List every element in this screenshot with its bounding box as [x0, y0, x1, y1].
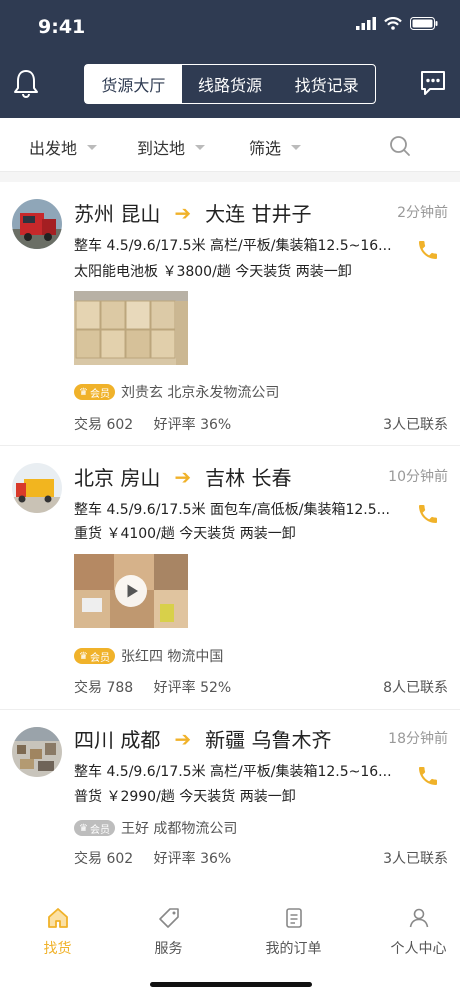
chat-icon[interactable]	[418, 68, 448, 98]
order-icon	[285, 908, 302, 928]
member-badge-label: 会员	[89, 824, 110, 836]
phone-icon[interactable]	[416, 502, 440, 526]
route-origin: 北京 房山	[74, 466, 161, 490]
chevron-down-icon	[87, 144, 98, 150]
cargo-video[interactable]	[74, 554, 188, 628]
cargo-info: 太阳能电池板 ￥3800/趟 今天装货 两装一卸	[74, 264, 352, 280]
route: 四川 成都 ➔ 新疆 乌鲁木齐	[74, 724, 331, 753]
tab-service[interactable]: 服务	[111, 906, 226, 958]
route-origin: 四川 成都	[74, 728, 161, 752]
top-header: 9:41 货源大厅 线路货源 找货记录	[0, 0, 460, 118]
more-filter-label: 筛选	[249, 139, 282, 158]
crown-icon: ♛	[79, 386, 88, 398]
cargo-card[interactable]: 北京 房山 ➔ 吉林 长春 10分钟前 整车 4.5/9.6/17.5米 面包车…	[0, 446, 460, 710]
shipper-info: ♛ 会员 张红四 物流中国	[74, 646, 223, 666]
vehicle-spec: 整车 4.5/9.6/17.5米 高栏/平板/集装箱12.5~16...	[74, 238, 392, 254]
play-icon[interactable]	[115, 575, 147, 607]
arrow-right-icon: ➔	[174, 726, 192, 751]
phone-icon[interactable]	[416, 764, 440, 788]
home-icon	[47, 908, 68, 928]
tab-search-history[interactable]: 找货记录	[278, 65, 375, 103]
tab-my-orders[interactable]: 我的订单	[236, 906, 351, 958]
shipper-stats: 交易 602 好评率 36%	[74, 848, 247, 868]
tab-label: 个人中心	[390, 941, 447, 957]
more-filter[interactable]: 筛选	[249, 135, 302, 159]
avatar	[12, 463, 62, 513]
filter-bar: 出发地 到达地 筛选	[0, 118, 460, 172]
tab-label: 我的订单	[265, 941, 322, 957]
search-icon[interactable]	[389, 135, 411, 157]
post-time: 18分钟前	[388, 731, 448, 747]
route-destination: 吉林 长春	[205, 466, 292, 490]
phone-icon[interactable]	[416, 238, 440, 262]
destination-filter-label: 到达地	[137, 139, 186, 158]
shipper-name: 张红四 物流中国	[120, 649, 224, 665]
tab-route-cargo[interactable]: 线路货源	[182, 65, 279, 103]
user-icon	[409, 908, 428, 928]
cargo-photo[interactable]	[74, 291, 188, 365]
status-time: 9:41	[38, 16, 86, 38]
shipper-stats: 交易 788 好评率 52%	[74, 677, 247, 697]
avatar	[12, 727, 62, 777]
tag-icon	[158, 908, 179, 928]
bottom-tab-bar: 找货 服务 我的订单 个人中心	[0, 896, 460, 996]
vehicle-spec: 整车 4.5/9.6/17.5米 面包车/高低板/集装箱12.5...	[74, 502, 390, 518]
destination-filter[interactable]: 到达地	[137, 135, 206, 159]
cargo-info: 重货 ￥4100/趟 今天装货 两装一卸	[74, 526, 296, 542]
trade-count: 交易 788	[74, 680, 134, 696]
arrow-right-icon: ➔	[174, 464, 192, 489]
signal-icon	[356, 17, 376, 30]
trade-count: 交易 602	[74, 851, 134, 867]
member-badge: ♛ 会员	[74, 820, 115, 836]
post-time: 2分钟前	[397, 205, 448, 221]
home-indicator	[150, 982, 312, 987]
contacted-count: 3人已联系	[383, 851, 448, 867]
crown-icon: ♛	[79, 822, 88, 834]
system-icons	[356, 17, 438, 30]
tab-cargo-hall[interactable]: 货源大厅	[85, 65, 182, 103]
tab-find-cargo[interactable]: 找货	[0, 906, 115, 958]
tab-label: 找货	[43, 941, 72, 957]
tab-label: 服务	[154, 941, 183, 957]
vehicle-spec: 整车 4.5/9.6/17.5米 高栏/平板/集装箱12.5~16...	[74, 764, 392, 780]
member-badge: ♛ 会员	[74, 384, 115, 400]
status-bar: 9:41	[0, 0, 460, 52]
member-badge-label: 会员	[89, 652, 110, 664]
source-tabs: 货源大厅 线路货源 找货记录	[84, 64, 376, 104]
wifi-icon	[384, 17, 402, 30]
member-badge-label: 会员	[89, 388, 110, 400]
trade-count: 交易 602	[74, 417, 134, 433]
avatar	[12, 199, 62, 249]
good-rating: 好评率 36%	[153, 417, 232, 433]
contacted-count: 3人已联系	[383, 417, 448, 433]
cargo-info: 普货 ￥2990/趟 今天装货 两装一卸	[74, 789, 296, 805]
shipper-stats: 交易 602 好评率 36%	[74, 414, 247, 434]
section-gap	[0, 172, 460, 182]
arrow-right-icon: ➔	[174, 200, 192, 225]
bell-icon[interactable]	[12, 68, 40, 98]
cargo-card[interactable]: 四川 成都 ➔ 新疆 乌鲁木齐 18分钟前 整车 4.5/9.6/17.5米 高…	[0, 710, 460, 882]
good-rating: 好评率 52%	[153, 680, 232, 696]
shipper-info: ♛ 会员 王好 成都物流公司	[74, 818, 237, 838]
route-destination: 新疆 乌鲁木齐	[205, 728, 332, 752]
chevron-down-icon	[291, 144, 302, 150]
route-destination: 大连 甘井子	[205, 202, 312, 226]
member-badge: ♛ 会员	[74, 648, 115, 664]
post-time: 10分钟前	[388, 469, 448, 485]
good-rating: 好评率 36%	[153, 851, 232, 867]
shipper-name: 刘贵玄 北京永发物流公司	[120, 385, 280, 401]
shipper-name: 王好 成都物流公司	[120, 821, 238, 837]
contacted-count: 8人已联系	[383, 680, 448, 696]
route: 北京 房山 ➔ 吉林 长春	[74, 462, 291, 491]
route-origin: 苏州 昆山	[74, 202, 161, 226]
route: 苏州 昆山 ➔ 大连 甘井子	[74, 198, 311, 227]
shipper-info: ♛ 会员 刘贵玄 北京永发物流公司	[74, 382, 279, 402]
cargo-card[interactable]: 苏州 昆山 ➔ 大连 甘井子 2分钟前 整车 4.5/9.6/17.5米 高栏/…	[0, 182, 460, 446]
origin-filter[interactable]: 出发地	[29, 135, 98, 159]
crown-icon: ♛	[79, 650, 88, 662]
chevron-down-icon	[195, 144, 206, 150]
tab-profile[interactable]: 个人中心	[361, 906, 460, 958]
battery-icon	[410, 17, 438, 30]
origin-filter-label: 出发地	[29, 139, 78, 158]
